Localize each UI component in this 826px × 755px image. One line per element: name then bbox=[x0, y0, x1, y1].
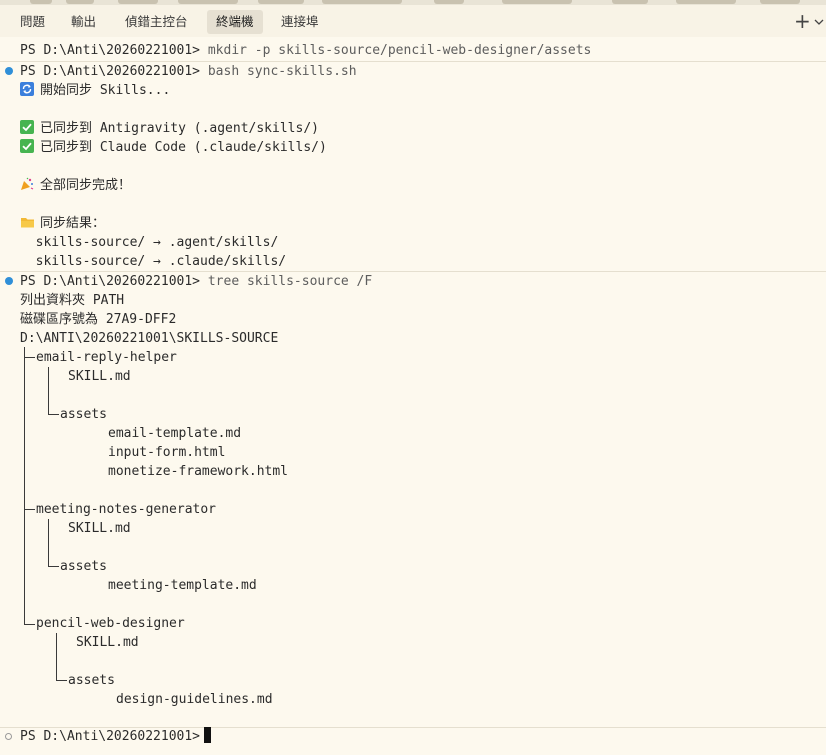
synced-antigravity-text: 已同步到 Antigravity (.agent/skills/) bbox=[40, 121, 319, 136]
tree-file: email-template.md bbox=[108, 426, 242, 441]
tree-connector bbox=[48, 566, 59, 567]
prompt: PS D:\Anti\20260221001> bbox=[20, 274, 201, 289]
tree-file: monetize-framework.html bbox=[108, 464, 289, 479]
terminal-line: 開始同步 Skills... bbox=[20, 81, 170, 100]
tree-connector bbox=[48, 414, 59, 415]
tab-terminal[interactable]: 終端機 bbox=[207, 10, 263, 34]
tree-folder: pencil-web-designer bbox=[36, 616, 185, 631]
tree-folder: meeting-notes-generator bbox=[36, 502, 217, 517]
all-done-text: 全部同步完成！ bbox=[40, 178, 132, 193]
tree-root: D:\ANTI\20260221001\SKILLS-SOURCE bbox=[20, 331, 279, 346]
terminal-line: 全部同步完成！ bbox=[20, 176, 131, 195]
tree-connector bbox=[56, 633, 57, 681]
tab-output[interactable]: 輸出 bbox=[62, 10, 105, 34]
command-text: bash sync-skills.sh bbox=[207, 64, 357, 79]
result-title-text: 同步結果： bbox=[40, 216, 106, 231]
terminal-cursor[interactable] bbox=[204, 727, 212, 743]
command-status-dot[interactable] bbox=[5, 277, 13, 285]
tree-file: design-guidelines.md bbox=[116, 692, 273, 707]
check-icon bbox=[20, 139, 34, 153]
tree-file: meeting-template.md bbox=[108, 578, 257, 593]
tree-folder: assets bbox=[60, 407, 107, 422]
tree-connector bbox=[24, 624, 35, 625]
tab-problems[interactable]: 問題 bbox=[11, 10, 54, 34]
terminal-line: PS D:\Anti\20260221001> bbox=[20, 727, 212, 746]
tree-file: SKILL.md bbox=[68, 369, 131, 384]
sync-icon bbox=[20, 82, 34, 96]
tree-folder: assets bbox=[60, 559, 107, 574]
tree-file: input-form.html bbox=[108, 445, 226, 460]
tree-file: SKILL.md bbox=[76, 635, 139, 650]
tree-folder: email-reply-helper bbox=[36, 350, 177, 365]
sync-start-text: 開始同步 Skills... bbox=[40, 83, 171, 98]
tree-connector bbox=[48, 519, 49, 567]
tree-folder: assets bbox=[68, 673, 115, 688]
prompt: PS D:\Anti\20260221001> bbox=[20, 64, 201, 79]
terminal-line: 同步結果： bbox=[20, 214, 105, 233]
synced-claude-text: 已同步到 Claude Code (.claude/skills/) bbox=[40, 140, 327, 155]
prompt: PS D:\Anti\20260221001> bbox=[20, 729, 201, 744]
terminal-line: 已同步到 Claude Code (.claude/skills/) bbox=[20, 138, 327, 157]
tree-connector bbox=[24, 509, 35, 510]
tab-debug-console[interactable]: 偵錯主控台 bbox=[116, 10, 197, 34]
tree-header: 列出資料夾 PATH bbox=[20, 293, 125, 308]
party-popper-icon bbox=[20, 177, 34, 191]
terminal-line: 已同步到 Antigravity (.agent/skills/) bbox=[20, 119, 319, 138]
tree-header: 磁碟區序號為 27A9-DFF2 bbox=[20, 312, 177, 327]
check-icon bbox=[20, 120, 34, 134]
tree-file: SKILL.md bbox=[68, 521, 131, 536]
tree-connector bbox=[24, 347, 25, 625]
folder-icon bbox=[20, 215, 34, 229]
command-status-dot[interactable] bbox=[5, 67, 13, 75]
command-status-dot[interactable] bbox=[5, 733, 12, 740]
new-terminal-plus-icon[interactable]: + bbox=[794, 11, 811, 31]
command-text: tree skills-source /F bbox=[207, 274, 373, 289]
tree-connector bbox=[24, 357, 35, 358]
tree-connector bbox=[56, 680, 67, 681]
result-line: skills-source/ → .claude/skills/ bbox=[20, 254, 287, 269]
terminal-line: PS D:\Anti\20260221001> mkdir -p skills-… bbox=[20, 41, 591, 60]
chevron-down-icon[interactable] bbox=[814, 15, 824, 29]
terminal-output[interactable]: PS D:\Anti\20260221001> mkdir -p skills-… bbox=[0, 37, 826, 755]
terminal-line: PS D:\Anti\20260221001> tree skills-sour… bbox=[20, 272, 372, 291]
command-text: mkdir -p skills-source/pencil-web-design… bbox=[207, 43, 592, 58]
panel-tab-bar: 問題 輸出 偵錯主控台 終端機 連接埠 + bbox=[0, 5, 826, 37]
tab-ports[interactable]: 連接埠 bbox=[272, 10, 328, 34]
prompt: PS D:\Anti\20260221001> bbox=[20, 43, 201, 58]
terminal-line: PS D:\Anti\20260221001> bash sync-skills… bbox=[20, 62, 357, 81]
tree-connector bbox=[48, 367, 49, 415]
result-line: skills-source/ → .agent/skills/ bbox=[20, 235, 279, 250]
